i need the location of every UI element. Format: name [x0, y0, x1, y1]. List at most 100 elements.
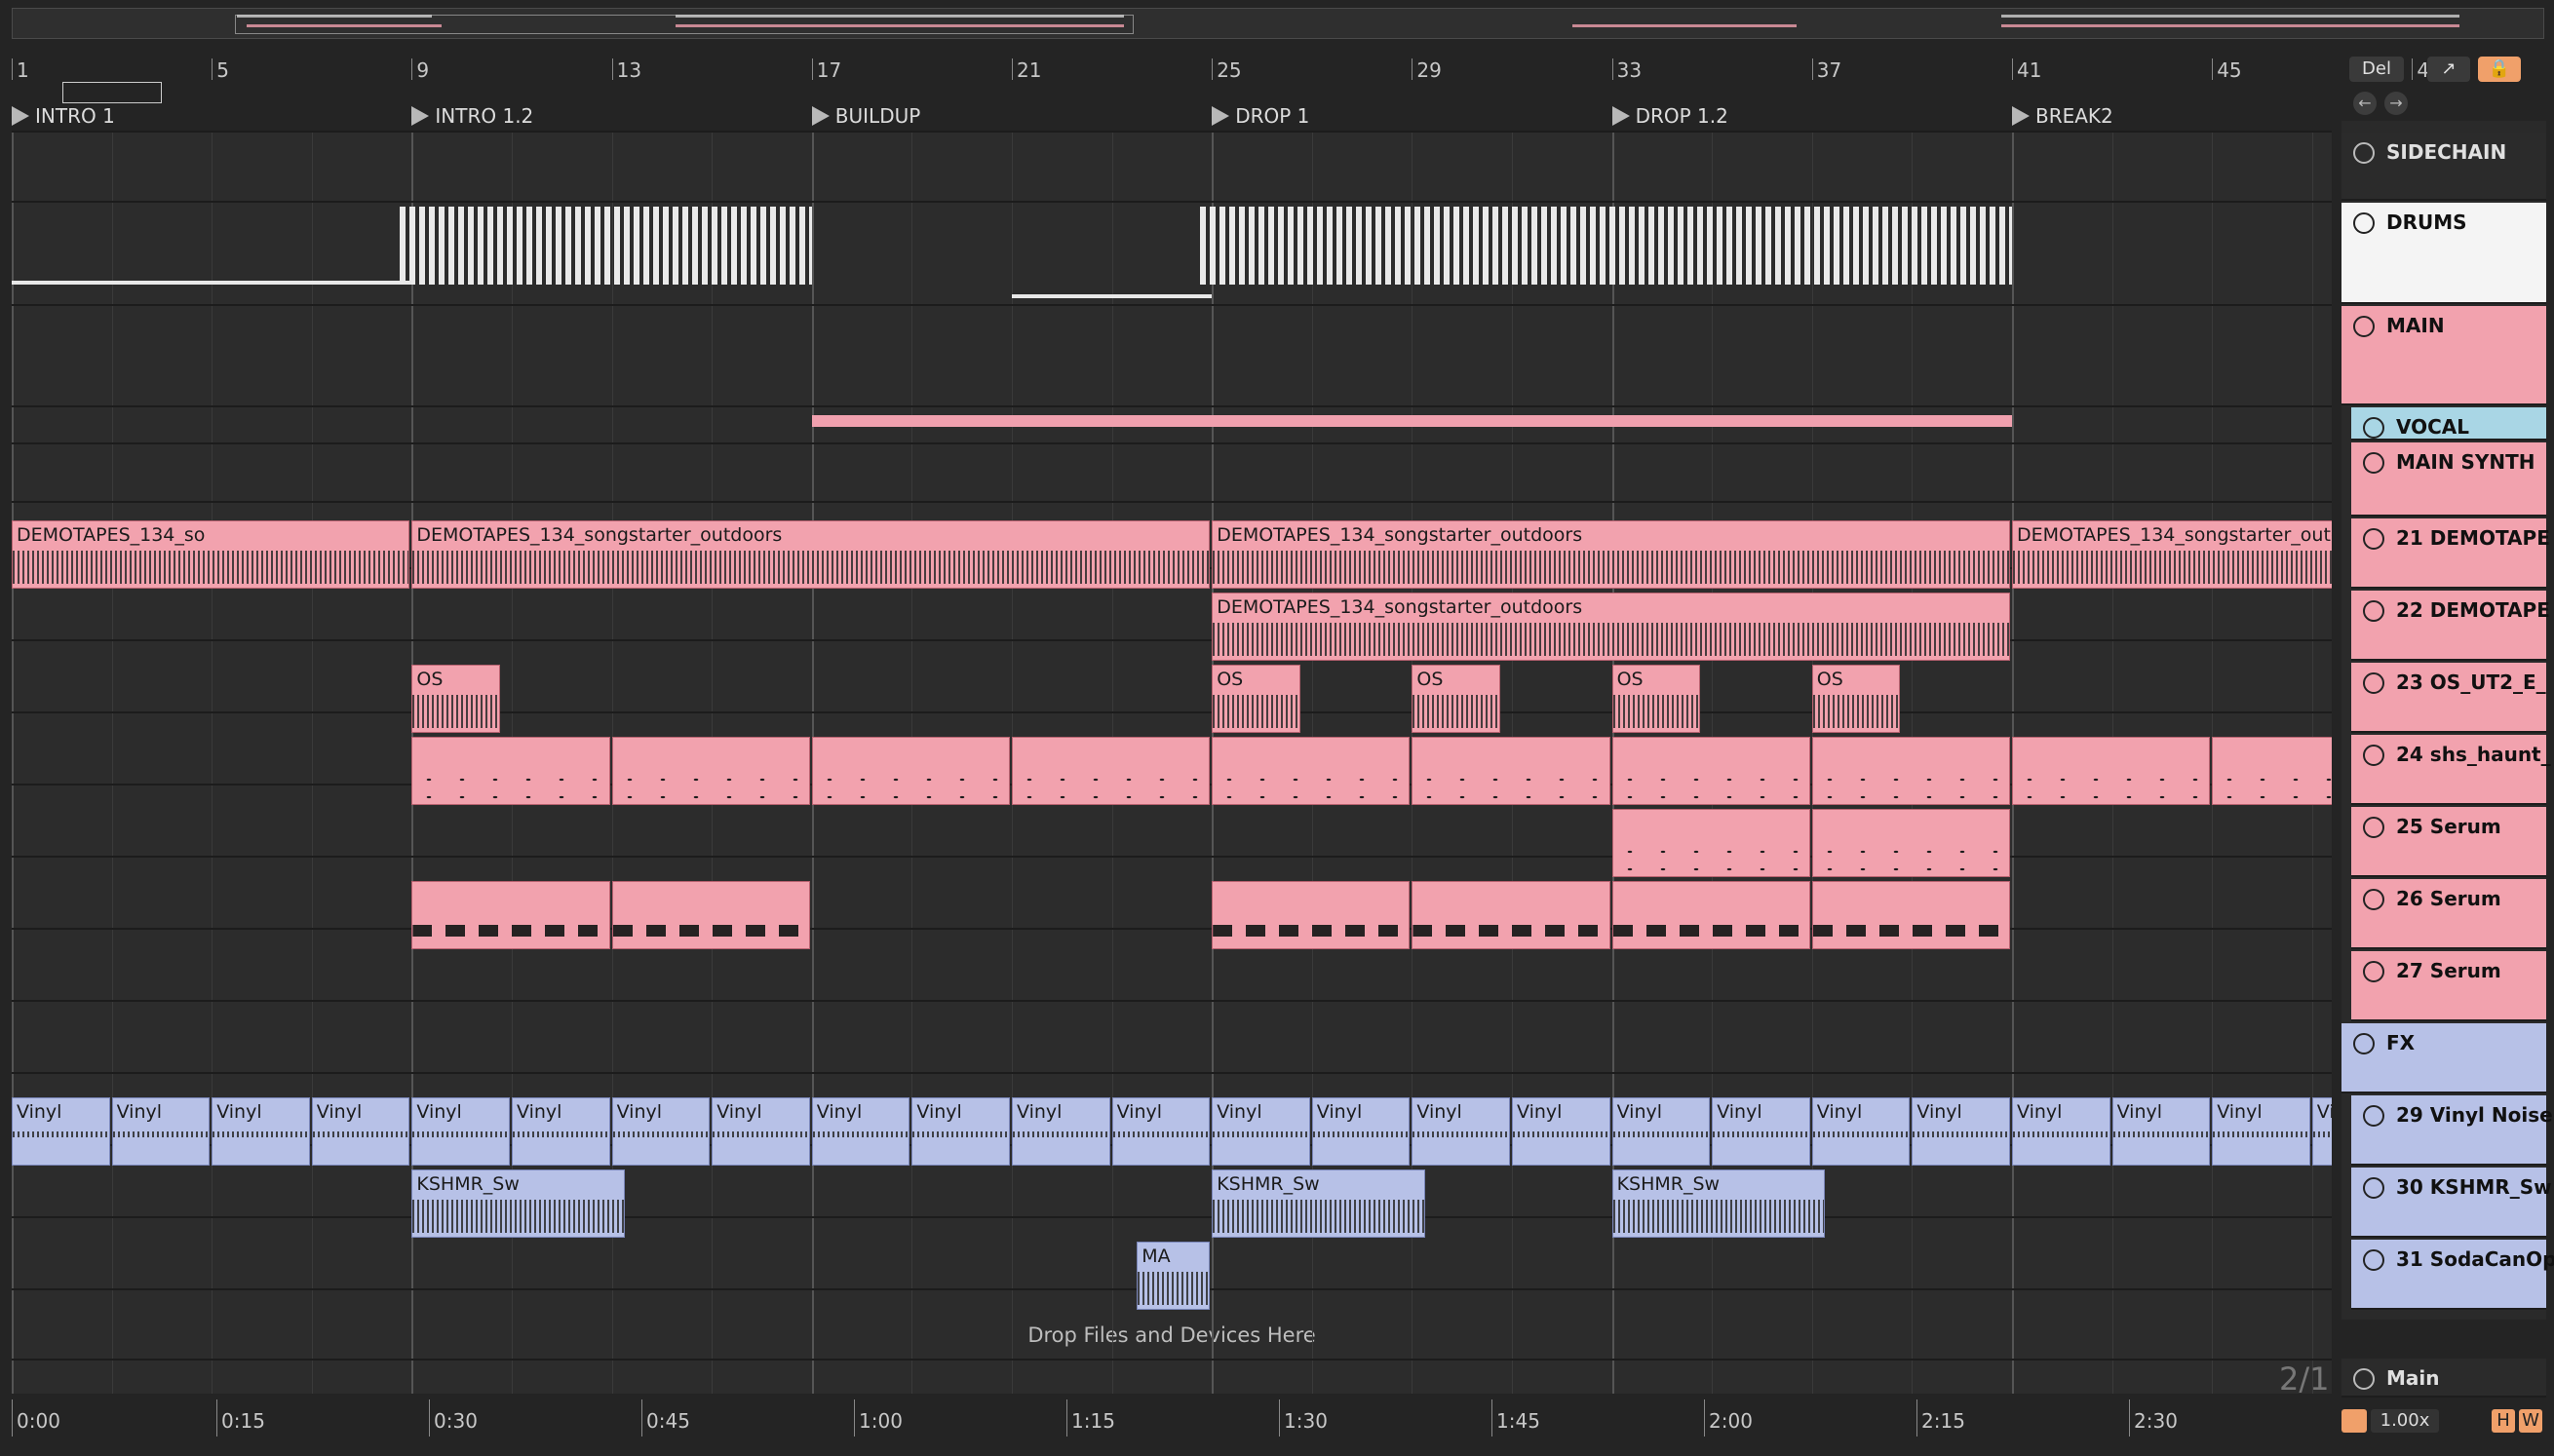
audio-clip[interactable]: Vinyl: [111, 1097, 211, 1166]
group-icon[interactable]: [2353, 212, 2375, 234]
track-header[interactable]: 30 KSHMR_Sw: [2351, 1168, 2552, 1238]
lock-icon[interactable]: 🔒: [2478, 57, 2521, 82]
arrangement-overview[interactable]: [12, 8, 2544, 39]
audio-clip[interactable]: DEMOTAPES_134_so: [12, 520, 410, 589]
audio-clip[interactable]: KSHMR_Sw: [1611, 1169, 1826, 1238]
group-icon[interactable]: [2353, 316, 2375, 337]
audio-clip[interactable]: [411, 737, 610, 805]
audio-clip[interactable]: [1212, 881, 1411, 949]
audio-clip[interactable]: DEMOTAPES_134_songstarter_outdoors: [2012, 520, 2332, 589]
track-header[interactable]: DRUMS: [2341, 203, 2546, 304]
loop-brace[interactable]: [62, 82, 162, 103]
track-header[interactable]: MAIN SYNTH: [2351, 442, 2546, 517]
audio-clip[interactable]: [1611, 737, 1810, 805]
locator-triangle-icon[interactable]: [411, 106, 430, 126]
zoom-level-field[interactable]: 1.00x: [2371, 1409, 2439, 1433]
audio-clip[interactable]: Vinyl: [712, 1097, 810, 1166]
audio-clip[interactable]: KSHMR_Sw: [1212, 1169, 1425, 1238]
audio-clip[interactable]: [2212, 737, 2332, 805]
h-button[interactable]: H: [2492, 1409, 2515, 1433]
locator-triangle-icon[interactable]: [1212, 106, 1230, 126]
time-ruler[interactable]: 0:00 0:15 0:30 0:45 1:00 1:15 1:30 1:45 2:00 2:15…: [12, 1399, 2332, 1438]
audio-clip[interactable]: OS: [1811, 665, 1901, 733]
sidechain-clip[interactable]: [1012, 294, 1213, 298]
audio-clip[interactable]: Vinyl: [512, 1097, 610, 1166]
audio-clip[interactable]: Vinyl: [212, 1097, 310, 1166]
fold-icon[interactable]: [2363, 1249, 2384, 1271]
audio-clip[interactable]: [1012, 737, 1211, 805]
group-icon[interactable]: [2363, 452, 2384, 474]
audio-clip[interactable]: Vinyl: [1111, 1097, 1211, 1166]
audio-clip[interactable]: [611, 737, 810, 805]
audio-clip[interactable]: Vinyl: [1311, 1097, 1411, 1166]
audio-clip[interactable]: OS: [1212, 665, 1300, 733]
locator-triangle-icon[interactable]: [2012, 106, 2030, 126]
audio-clip[interactable]: [1811, 737, 2010, 805]
audio-clip[interactable]: Vinyl: [2212, 1097, 2310, 1166]
fold-icon[interactable]: [2363, 1177, 2384, 1199]
track-header[interactable]: 22 DEMOTAPE: [2351, 591, 2550, 661]
drum-clip[interactable]: [400, 207, 812, 285]
fold-icon[interactable]: [2363, 600, 2384, 622]
audio-clip[interactable]: DEMOTAPES_134_songstarter_outdoors: [1212, 520, 2010, 589]
fold-icon[interactable]: [2363, 745, 2384, 766]
audio-clip[interactable]: Vinyl: [611, 1097, 711, 1166]
track-header[interactable]: MAIN: [2341, 306, 2546, 405]
audio-clip[interactable]: [1611, 809, 1810, 877]
vocal-clip[interactable]: [811, 415, 2012, 427]
audio-clip[interactable]: KSHMR_Sw: [411, 1169, 625, 1238]
audio-clip[interactable]: Vinyl: [12, 1097, 110, 1166]
audio-clip[interactable]: DEMOTAPES_134_songstarter_outdoors: [1212, 593, 2010, 661]
audio-clip[interactable]: MA: [1137, 1242, 1211, 1310]
locator-triangle-icon[interactable]: [1611, 106, 1630, 126]
audio-clip[interactable]: OS: [1611, 665, 1700, 733]
audio-clip[interactable]: Vinyl: [1811, 1097, 1911, 1166]
back-arrow-icon[interactable]: ←: [2353, 92, 2377, 115]
fold-icon[interactable]: [2363, 672, 2384, 694]
track-header[interactable]: FX: [2341, 1023, 2546, 1093]
track-header[interactable]: 23 OS_UT2_E_: [2351, 663, 2546, 733]
audio-clip[interactable]: [2012, 737, 2211, 805]
drum-clip[interactable]: [1200, 207, 2012, 285]
sidechain-clip[interactable]: [12, 281, 412, 285]
audio-clip[interactable]: Vinyl: [1611, 1097, 1711, 1166]
audio-clip[interactable]: Vinyl: [1412, 1097, 1510, 1166]
audio-clip[interactable]: [1811, 809, 2010, 877]
track-header[interactable]: 26 Serum: [2351, 879, 2546, 949]
w-button[interactable]: W: [2519, 1409, 2542, 1433]
audio-clip[interactable]: Vinyl: [411, 1097, 510, 1166]
audio-clip[interactable]: [611, 881, 810, 949]
master-track-header[interactable]: Main: [2341, 1359, 2546, 1398]
audio-clip[interactable]: Vinyl: [1212, 1097, 1310, 1166]
group-icon[interactable]: [2363, 417, 2384, 439]
waveform-mode-icon[interactable]: [2341, 1409, 2367, 1433]
audio-clip[interactable]: Vinyl: [1012, 1097, 1110, 1166]
audio-clip[interactable]: [411, 881, 610, 949]
audio-clip[interactable]: [1811, 881, 2010, 949]
audio-clip[interactable]: Vinyl: [1512, 1097, 1610, 1166]
audio-clip[interactable]: OS: [411, 665, 500, 733]
locator-triangle-icon[interactable]: [12, 106, 29, 126]
group-icon[interactable]: [2353, 1033, 2375, 1054]
track-header[interactable]: 25 Serum: [2351, 807, 2546, 877]
audio-clip[interactable]: [1412, 737, 1610, 805]
audio-clip[interactable]: Vinyl: [311, 1097, 410, 1166]
expand-icon[interactable]: ↗: [2427, 57, 2470, 82]
track-header[interactable]: 29 Vinyl Noise: [2351, 1095, 2553, 1166]
fold-icon[interactable]: [2353, 142, 2375, 164]
fold-icon[interactable]: [2363, 528, 2384, 550]
audio-clip[interactable]: Vinyl: [2111, 1097, 2211, 1166]
track-header[interactable]: 27 Serum: [2351, 951, 2546, 1021]
audio-clip[interactable]: Vinyl: [2012, 1097, 2110, 1166]
audio-clip[interactable]: [811, 737, 1010, 805]
audio-clip[interactable]: [1212, 737, 1411, 805]
audio-clip[interactable]: [1611, 881, 1810, 949]
fold-icon[interactable]: [2363, 961, 2384, 982]
audio-clip[interactable]: OS: [1412, 665, 1500, 733]
locator-triangle-icon[interactable]: [811, 106, 830, 126]
track-header[interactable]: 31 SodaCanOp: [2351, 1240, 2554, 1310]
fold-icon[interactable]: [2363, 1105, 2384, 1127]
arrangement-tracks-area[interactable]: Drop Files and Devices Here DEMOTAPES_13…: [12, 131, 2332, 1394]
audio-clip[interactable]: [1412, 881, 1610, 949]
audio-clip[interactable]: DEMOTAPES_134_songstarter_outdoors: [411, 520, 1211, 589]
